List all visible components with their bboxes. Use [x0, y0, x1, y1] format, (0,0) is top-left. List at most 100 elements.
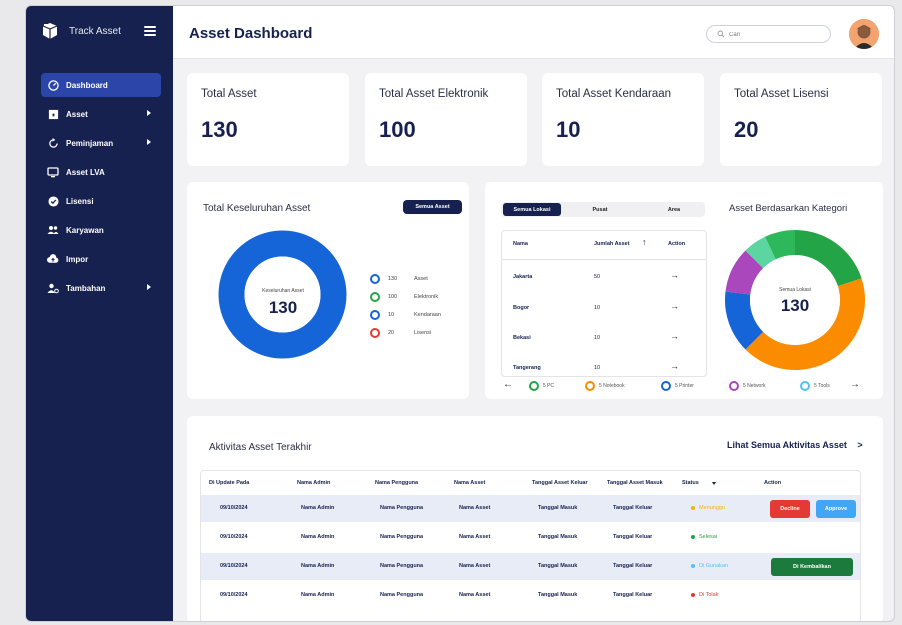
stat-value: 10 [556, 117, 581, 142]
sidebar-item-label: Asset [66, 109, 88, 119]
chevron-right-icon [147, 139, 151, 145]
users-icon [47, 224, 59, 236]
column-header: Tanggal Asset Keluar [532, 480, 588, 486]
status-dot-icon [691, 535, 695, 539]
lokasi-nama: Bogor [513, 305, 530, 311]
sidebar-item-label: Asset LVA [66, 167, 105, 177]
aktivitas-title: Aktivitas Asset Terakhir [209, 442, 312, 453]
cell-tanggal-masuk: Tanggal Keluar [613, 563, 653, 569]
page-title: Asset Dashboard [189, 25, 313, 42]
semua-asset-button[interactable]: Semua Asset [403, 200, 462, 214]
cell-date: 09/10/2024 [220, 505, 248, 511]
kategori-center-value: 130 [780, 296, 810, 315]
status-dot-icon [691, 506, 695, 510]
search-box[interactable] [706, 25, 831, 43]
arrow-right-icon[interactable]: → [670, 361, 679, 371]
keseluruhan-donut-chart [218, 230, 347, 359]
status-label: Di Tolak [699, 592, 719, 598]
table-row: 09/10/2024 Nama Admin Nama Pengguna Nama… [201, 524, 860, 551]
sidebar-item-asset-lva[interactable]: Asset LVA [41, 160, 161, 184]
sort-arrow-up-icon[interactable]: ↑ [642, 237, 647, 247]
chevron-right-icon [147, 284, 151, 290]
stat-value: 100 [379, 117, 416, 142]
legend-label: Kendaraan [414, 312, 441, 318]
box-logo-icon [42, 23, 58, 39]
column-header: Di Update Pada [209, 480, 250, 486]
table-row: 09/10/2024 Nama Admin Nama Pengguna Nama… [201, 582, 860, 609]
approve-button[interactable]: Approve [816, 500, 856, 518]
search-input[interactable] [729, 29, 819, 40]
sidebar-item-asset[interactable]: Asset [41, 102, 161, 126]
status-dot-icon [691, 564, 695, 568]
status-label: Di Gunakan [699, 563, 729, 569]
cell-pengguna: Nama Pengguna [380, 563, 424, 569]
table-row: 09/10/2024 Nama Admin Nama Pengguna Nama… [201, 495, 860, 522]
lokasi-kategori-card: Semua Lokasi Pusat Area Nama Jumlah Asse… [485, 182, 883, 399]
legend-label: Asset [414, 276, 428, 282]
stat-value: 20 [734, 117, 759, 142]
sidebar-item-label: Tambahan [66, 283, 106, 293]
kembalikan-button[interactable]: Di Kembalikan [771, 558, 853, 576]
sidebar-item-impor[interactable]: Impor [41, 247, 161, 271]
dashboard-gauge-icon [47, 79, 59, 91]
sidebar-item-karyawan[interactable]: Karyawan [41, 218, 161, 242]
decline-button[interactable]: Decline [770, 500, 810, 518]
column-header: Action [764, 480, 782, 486]
arrow-right-icon[interactable]: → [670, 331, 679, 341]
sidebar: Track Asset Dashboard Asset Peminjaman A… [26, 6, 173, 621]
arrow-right-icon[interactable]: → [850, 379, 860, 390]
arrow-right-icon[interactable]: → [670, 270, 679, 280]
status-dot-icon [691, 593, 695, 597]
legend-item-lisensi: 20 Lisensi [370, 328, 431, 338]
legend-label: 5 PC [543, 383, 555, 389]
donut-center-value: 130 [268, 298, 298, 317]
cell-date: 09/10/2024 [220, 534, 248, 540]
sidebar-item-label: Impor [66, 254, 89, 264]
cell-tanggal-keluar: Tanggal Masuk [538, 534, 578, 540]
status-badge: Selesai [691, 534, 717, 540]
sidebar-item-lisensi[interactable]: Lisensi [41, 189, 161, 213]
legend-circle-icon [370, 274, 380, 284]
table-row: 09/10/2024 Nama Admin Nama Pengguna Nama… [201, 553, 860, 580]
avatar[interactable] [849, 19, 879, 49]
legend-value: 20 [388, 330, 395, 336]
verified-badge-icon [47, 195, 59, 207]
column-header: Nama Pengguna [375, 480, 419, 486]
user-avatar-icon [849, 19, 879, 49]
legend-circle-icon [370, 292, 380, 302]
lihat-semua-link[interactable]: Lihat Semua Aktivitas Asset > [727, 440, 863, 450]
legend-item-notebook: 5 Notebook [585, 381, 625, 391]
sidebar-item-tambahan[interactable]: Tambahan [41, 276, 161, 300]
lokasi-nama: Tangerang [513, 365, 541, 371]
menu-toggle-icon[interactable] [144, 26, 156, 36]
stat-value: 130 [201, 117, 238, 142]
lokasi-jumlah: 50 [594, 274, 601, 280]
sidebar-item-label: Lisensi [66, 196, 94, 206]
cell-date: 09/10/2024 [220, 592, 248, 598]
legend-circle-icon [370, 310, 380, 320]
tab-pusat[interactable]: Pusat [571, 203, 629, 216]
status-label: Menunggu [699, 505, 725, 511]
status-badge: Di Gunakan [691, 563, 728, 569]
legend-circle-icon [800, 381, 810, 391]
legend-circle-icon [729, 381, 739, 391]
cell-asset: Nama Asset [459, 563, 491, 569]
brand[interactable]: Track Asset [41, 22, 121, 40]
tab-semua-lokasi[interactable]: Semua Lokasi [503, 203, 561, 216]
search-icon [717, 30, 725, 38]
sidebar-nav: Dashboard Asset Peminjaman Asset LVA Lis… [41, 73, 161, 305]
sidebar-item-label: Dashboard [66, 80, 108, 90]
arrow-right-icon[interactable]: → [670, 301, 679, 311]
tab-area[interactable]: Area [645, 203, 703, 216]
status-filter-icon[interactable] [712, 482, 716, 485]
column-header-nama: Nama [513, 241, 528, 247]
chevron-right-icon [147, 110, 151, 116]
arrow-left-icon[interactable]: ← [503, 379, 513, 390]
stat-label: Total Asset Kendaraan [556, 88, 672, 100]
sidebar-item-peminjaman[interactable]: Peminjaman [41, 131, 161, 155]
legend-label: 5 Tools [814, 383, 830, 389]
column-header-action: Action [668, 241, 686, 247]
sidebar-item-label: Karyawan [66, 225, 104, 235]
cell-date: 09/10/2024 [220, 563, 248, 569]
sidebar-item-dashboard[interactable]: Dashboard [41, 73, 161, 97]
